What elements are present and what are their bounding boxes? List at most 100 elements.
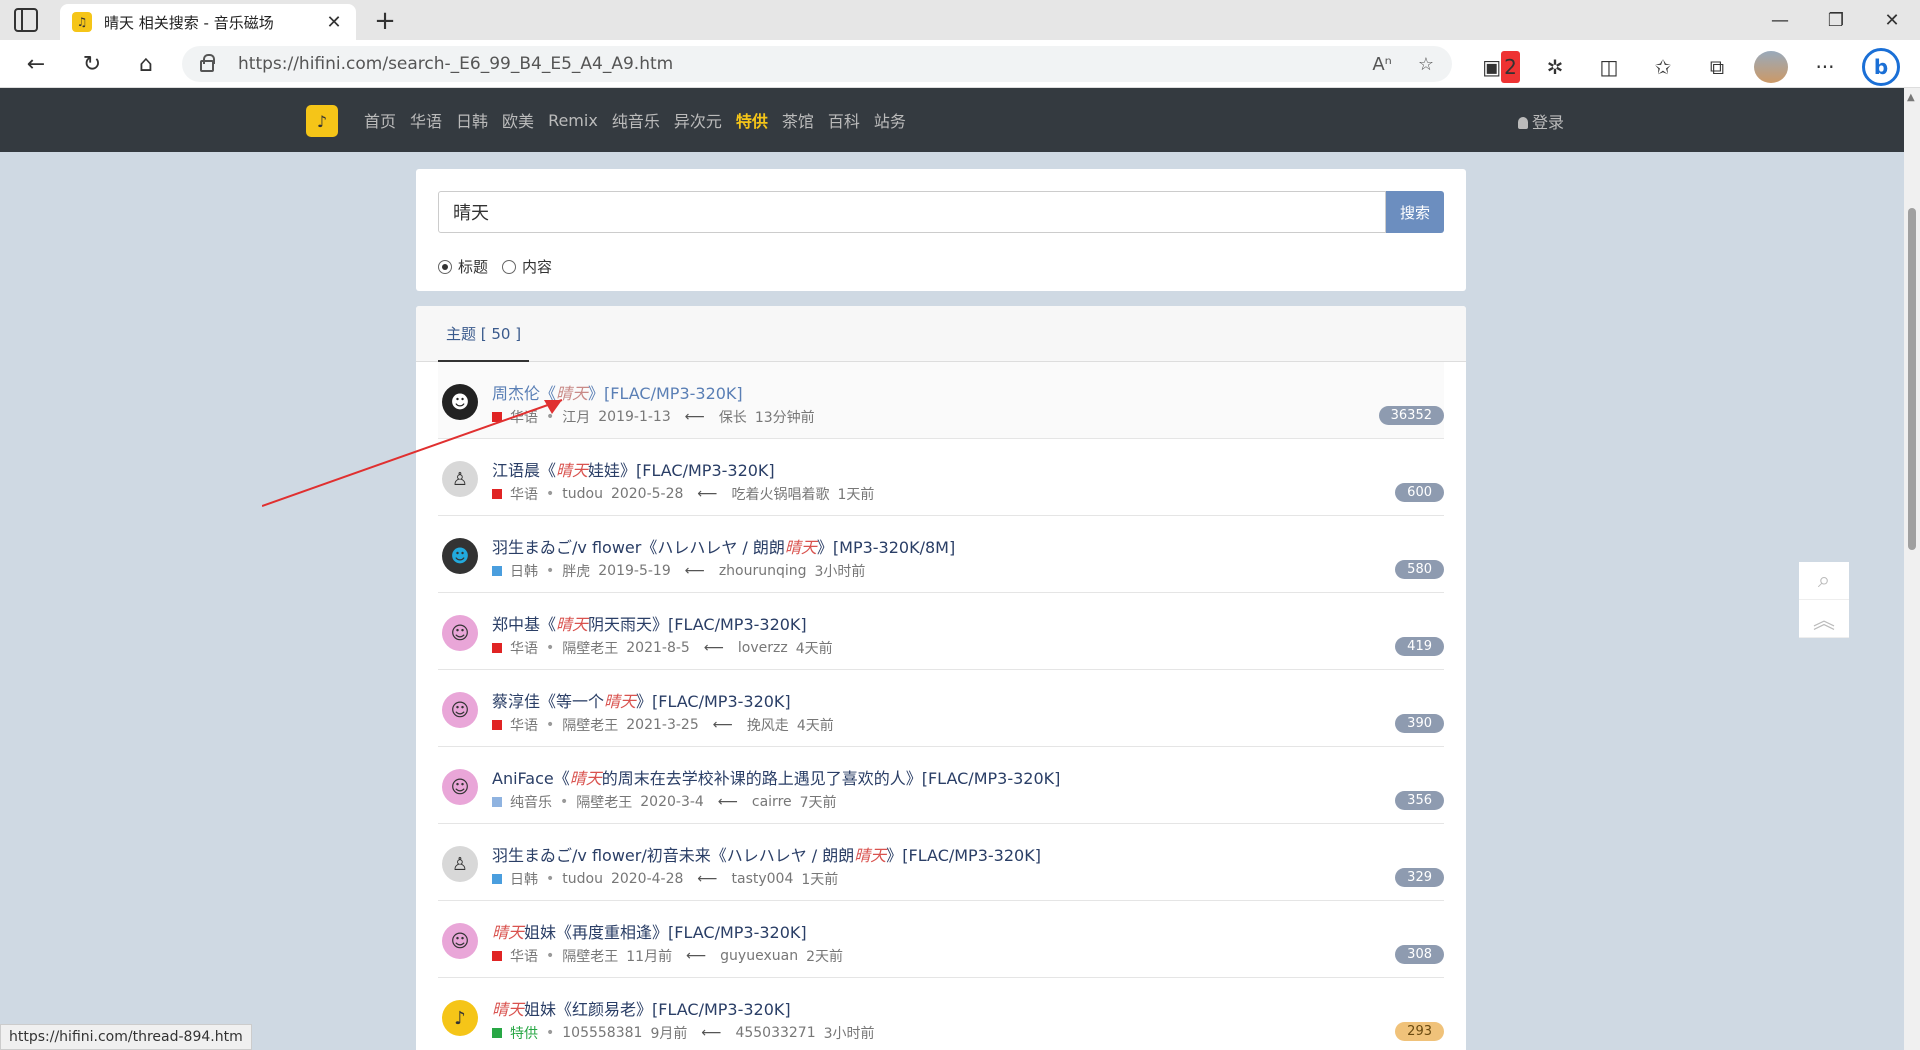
login-link[interactable]: 登录 [1518,109,1564,133]
author[interactable]: tudou [562,486,603,502]
url-text[interactable]: https://hifini.com/search-_E6_99_B4_E5_A… [238,54,1372,74]
author[interactable]: 江月 [562,407,590,427]
thread-title[interactable]: 郑中基《晴天阴天雨天》[FLAC/MP3-320K] [492,611,807,635]
category[interactable]: 华语 [510,407,538,427]
profile-avatar[interactable] [1754,51,1788,83]
avatar[interactable]: ☺ [442,615,478,651]
radio-title[interactable]: 标题 [438,256,488,277]
nav-link[interactable]: Remix [548,111,598,130]
author[interactable]: 105558381 [562,1025,642,1041]
extension-badge-icon[interactable]: ▣ 2 [1482,51,1520,83]
browser-tab[interactable]: ♫ 晴天 相关搜索 - 音乐磁场 ✕ [60,4,356,40]
category[interactable]: 日韩 [510,869,538,889]
last-reply-user[interactable]: tasty004 [732,871,794,887]
thread-title[interactable]: 江语晨《晴天娃娃》[FLAC/MP3-320K] [492,457,775,481]
page-scrollbar[interactable]: ▲ [1904,88,1920,1050]
list-item[interactable]: ☺ 郑中基《晴天阴天雨天》[FLAC/MP3-320K] 华语 • 隔壁老王 2021-8… [438,593,1444,670]
favorites-icon[interactable]: ✩ [1646,51,1680,83]
address-bar[interactable]: https://hifini.com/search-_E6_99_B4_E5_A… [182,46,1452,82]
radio-content[interactable]: 内容 [502,256,552,277]
thread-title[interactable]: 晴天姐妹《再度重相逢》[FLAC/MP3-320K] [492,919,807,943]
category[interactable]: 纯音乐 [510,792,552,812]
thread-title[interactable]: AniFace《晴天的周末在去学校补课的路上遇见了喜欢的人》[FLAC/MP3-… [492,765,1060,789]
scroll-thumb[interactable] [1908,208,1916,550]
category[interactable]: 华语 [510,946,538,966]
thread-title[interactable]: 周杰伦《晴天》[FLAC/MP3-320K] [492,380,743,404]
last-reply-user[interactable]: 保长 [719,407,747,427]
tab-actions-icon[interactable] [14,8,38,32]
nav-link[interactable]: 站务 [874,108,906,132]
last-reply-user[interactable]: guyuexuan [720,948,798,964]
category[interactable]: 特供 [510,1023,538,1043]
minimize-icon[interactable]: — [1752,0,1808,40]
avatar[interactable]: ☺ [442,769,478,805]
site-logo[interactable]: ♪ [306,105,338,137]
last-reply-user[interactable]: 455033271 [735,1025,815,1041]
new-tab-icon[interactable]: + [370,6,400,36]
list-item[interactable]: ♙ 江语晨《晴天娃娃》[FLAC/MP3-320K] 华语 • tudou 2020-5-… [438,439,1444,516]
bing-copilot-icon[interactable]: b [1862,48,1900,86]
avatar[interactable]: ☺ [442,692,478,728]
split-screen-icon[interactable]: ◫ [1592,51,1626,83]
avatar[interactable]: ♙ [442,846,478,882]
last-reply-user[interactable]: 吃着火锅唱着歌 [732,484,830,504]
add-favorite-icon[interactable]: ☆ [1418,54,1434,75]
last-reply-user[interactable]: zhourunqing [719,563,807,579]
avatar[interactable]: ♪ [442,1000,478,1036]
nav-link[interactable]: 华语 [410,108,442,132]
search-input[interactable]: 晴天 [438,191,1386,233]
avatar[interactable]: ♙ [442,461,478,497]
close-tab-icon[interactable]: ✕ [324,12,344,33]
nav-link[interactable]: 特供 [736,108,768,132]
nav-link[interactable]: 日韩 [456,108,488,132]
float-search-icon[interactable]: ⌕ [1799,562,1849,600]
list-item[interactable]: ☺ 晴天姐妹《再度重相逢》[FLAC/MP3-320K] 华语 • 隔壁老王 11月前 ⟵ g… [438,901,1444,978]
list-item[interactable]: ♪ 晴天姐妹《红颜易老》[FLAC/MP3-320K] 特供 • 105558381 9月… [438,978,1444,1050]
nav-link[interactable]: 茶馆 [782,108,814,132]
author[interactable]: 隔壁老王 [562,715,618,735]
author[interactable]: 胖虎 [562,561,590,581]
thread-title[interactable]: 羽生まゐご/v flower《ハレハレヤ / 朗朗晴天》[MP3-320K/8M… [492,534,955,558]
nav-link[interactable]: 纯音乐 [612,108,660,132]
nav-link[interactable]: 百科 [828,108,860,132]
nav-link[interactable]: 欧美 [502,108,534,132]
read-aloud-icon[interactable]: Aⁿ [1372,54,1392,75]
avatar[interactable]: ☺ [442,923,478,959]
category[interactable]: 华语 [510,484,538,504]
avatar[interactable]: ☻ [442,384,478,420]
thread-title[interactable]: 晴天姐妹《红颜易老》[FLAC/MP3-320K] [492,996,791,1020]
thread-title[interactable]: 蔡淳佳《等一个晴天》[FLAC/MP3-320K] [492,688,791,712]
category[interactable]: 华语 [510,638,538,658]
nav-link[interactable]: 首页 [364,108,396,132]
radio-content-dot[interactable] [502,260,517,274]
back-to-top-icon[interactable]: ︽ [1799,600,1849,638]
list-item[interactable]: ☺ AniFace《晴天的周末在去学校补课的路上遇见了喜欢的人》[FLAC/MP3… [438,747,1444,824]
more-menu-icon[interactable]: ··· [1808,51,1842,83]
category[interactable]: 日韩 [510,561,538,581]
home-icon[interactable]: ⌂ [130,48,162,80]
last-reply-user[interactable]: loverzz [738,640,788,656]
tab-threads[interactable]: 主题 [ 50 ] [438,306,530,362]
list-item[interactable]: ♙ 羽生まゐご/v flower/初音未来《ハレハレヤ / 朗朗晴天》[FLAC/… [438,824,1444,901]
search-button[interactable]: 搜索 [1386,191,1444,233]
nav-link[interactable]: 异次元 [674,108,722,132]
extensions-icon[interactable]: ✲ [1538,51,1572,83]
radio-title-dot[interactable] [438,260,452,274]
thread-title[interactable]: 羽生まゐご/v flower/初音未来《ハレハレヤ / 朗朗晴天》[FLAC/M… [492,842,1041,866]
author[interactable]: 隔壁老王 [562,946,618,966]
avatar[interactable]: ☻ [442,538,478,574]
list-item[interactable]: ☻ 羽生まゐご/v flower《ハレハレヤ / 朗朗晴天》[MP3-320K/8… [438,516,1444,593]
author[interactable]: 隔壁老王 [562,638,618,658]
list-item[interactable]: ☺ 蔡淳佳《等一个晴天》[FLAC/MP3-320K] 华语 • 隔壁老王 2021-3-… [438,670,1444,747]
scroll-up-icon[interactable]: ▲ [1907,92,1915,103]
category[interactable]: 华语 [510,715,538,735]
back-icon[interactable]: ← [20,48,52,80]
last-reply-user[interactable]: cairre [752,794,792,810]
author[interactable]: tudou [562,871,603,887]
last-reply-user[interactable]: 挽风走 [747,715,789,735]
collections-icon[interactable]: ⧉ [1700,51,1734,83]
close-window-icon[interactable]: ✕ [1864,0,1920,40]
list-item[interactable]: ☻ 周杰伦《晴天》[FLAC/MP3-320K] 华语 • 江月 2019-1-13 ⟵ 保长… [438,362,1444,439]
restore-icon[interactable]: ❐ [1808,0,1864,40]
refresh-icon[interactable]: ↻ [76,48,108,80]
